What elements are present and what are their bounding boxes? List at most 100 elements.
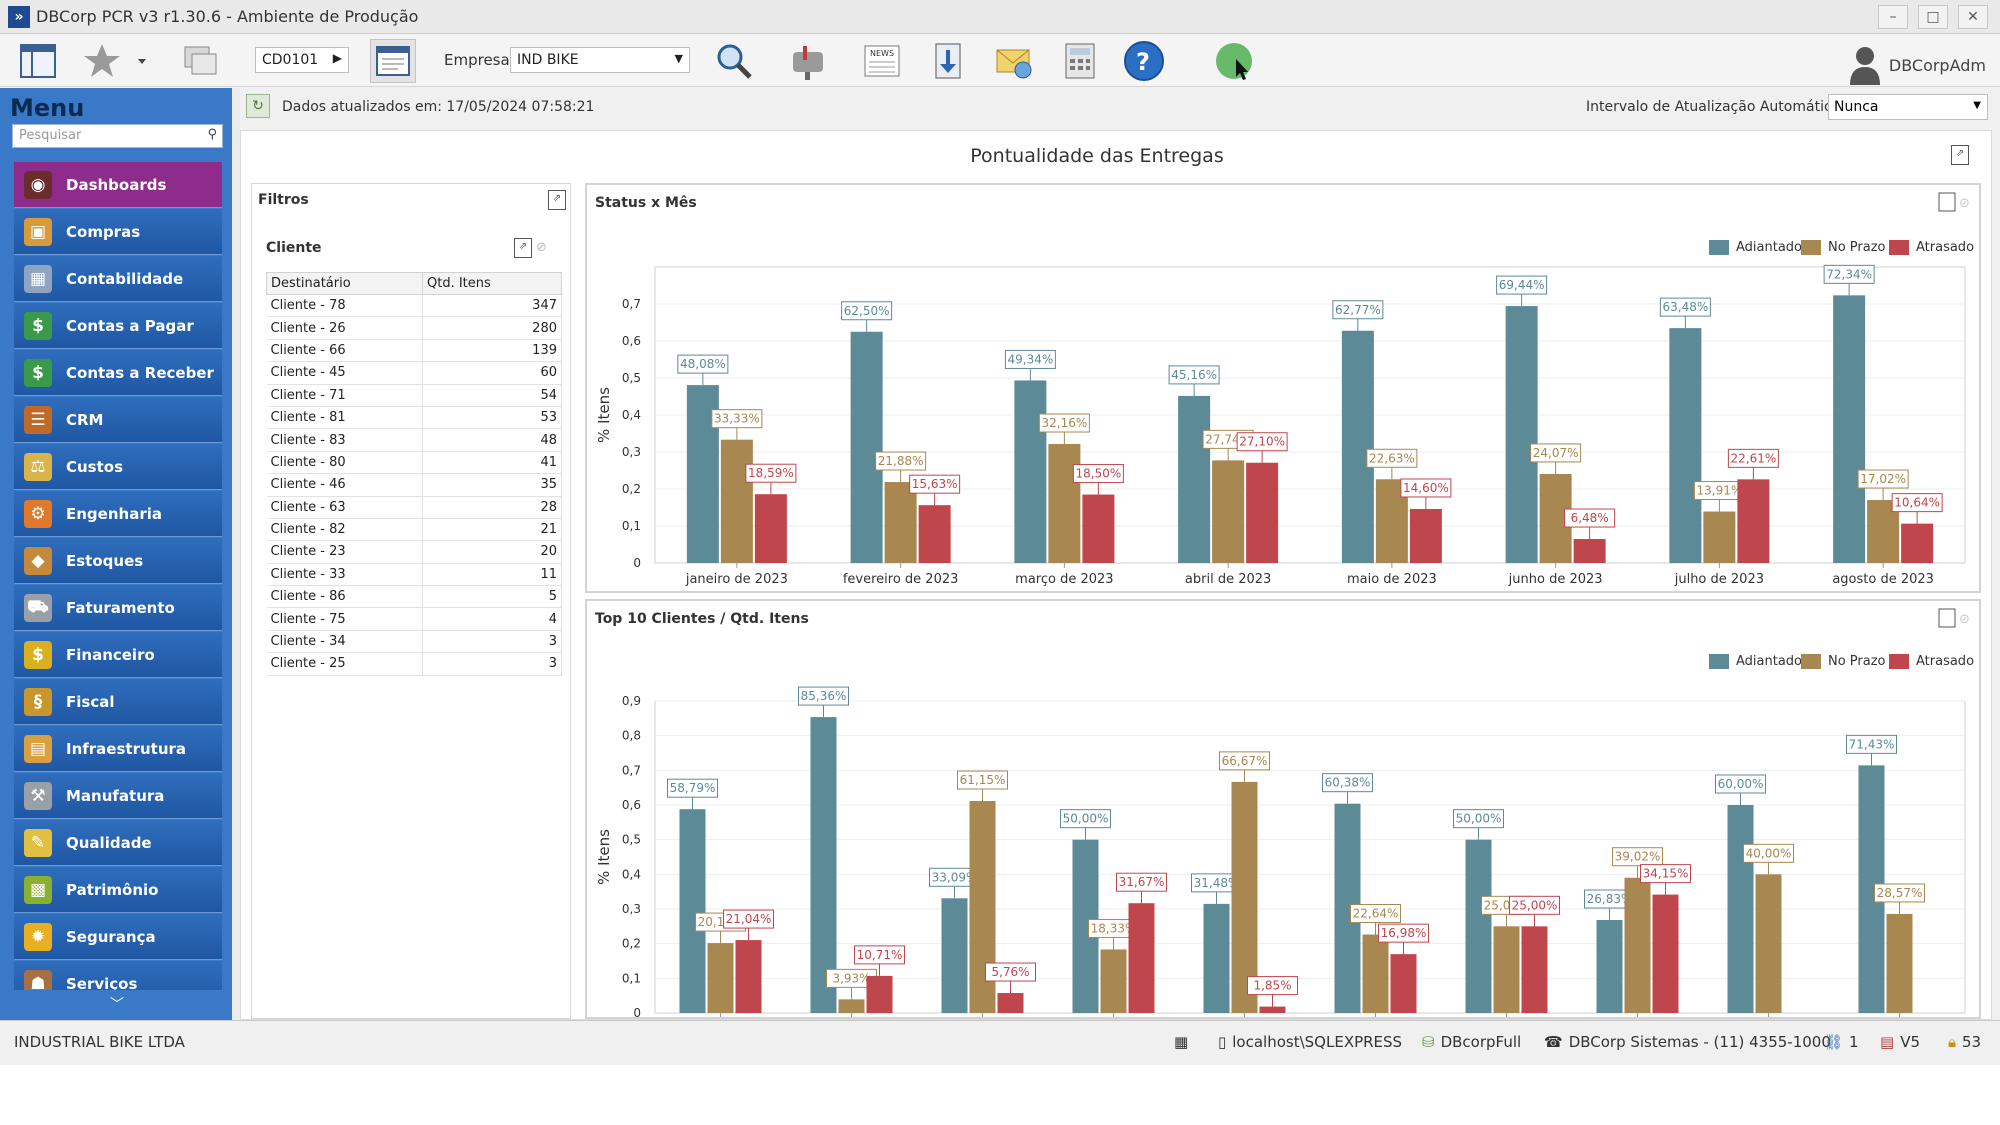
table-row[interactable]: Cliente - 26 280 <box>266 316 562 340</box>
menu-item-custos[interactable]: ⚖ Custos <box>14 444 222 490</box>
search-icon[interactable]: ⚲ <box>207 127 217 142</box>
status-calendar-icon[interactable]: ▦ <box>1174 1033 1188 1051</box>
destinatario-cell: Cliente - 45 <box>266 361 423 385</box>
data-label: 33,33% <box>714 412 760 426</box>
filters-export-icon[interactable]: ⇗ <box>548 190 566 210</box>
menu-item-financeiro[interactable]: $ Financeiro <box>14 632 222 678</box>
menu-search-input[interactable]: Pesquisar ⚲ <box>12 124 223 148</box>
chevron-down-icon: ▼ <box>674 52 683 65</box>
menu-item-label: Custos <box>66 457 124 476</box>
help-icon[interactable]: ? <box>1122 39 1166 83</box>
table-row[interactable]: Cliente - 23 20 <box>266 540 562 564</box>
mailbox-icon[interactable] <box>786 39 830 83</box>
app-logo-icon: » <box>8 6 30 28</box>
column-header[interactable]: Qtd. Itens <box>422 272 562 295</box>
bar <box>1100 949 1127 1013</box>
table-row[interactable]: Cliente - 46 35 <box>266 473 562 497</box>
table-row[interactable]: Cliente - 45 60 <box>266 361 562 385</box>
favorites-star-icon[interactable] <box>80 39 124 83</box>
legend-label: Adiantado <box>1736 240 1802 255</box>
column-header[interactable]: Destinatário <box>266 272 423 295</box>
y-tick-label: 0,4 <box>622 867 641 881</box>
table-row[interactable]: Cliente - 81 53 <box>266 406 562 430</box>
search-placeholder: Pesquisar <box>19 128 82 143</box>
mail-sync-icon[interactable] <box>992 39 1036 83</box>
bar <box>1596 919 1623 1013</box>
table-row[interactable]: Cliente - 82 21 <box>266 518 562 542</box>
page-title: Pontualidade das Entregas <box>970 145 1224 167</box>
x-tick-label: abril de 2023 <box>1185 572 1271 587</box>
table-row[interactable]: Cliente - 33 11 <box>266 563 562 587</box>
menu-item-serviços[interactable]: ☗ Serviços <box>14 961 222 990</box>
menu-item-compras[interactable]: ▣ Compras <box>14 209 222 255</box>
menu-item-qualidade[interactable]: ✎ Qualidade <box>14 820 222 866</box>
table-row[interactable]: Cliente - 78 347 <box>266 294 562 318</box>
data-label: 50,00% <box>1063 812 1109 826</box>
data-label: 60,00% <box>1718 777 1764 791</box>
program-code-field[interactable]: CD0101 ▶ <box>255 47 349 73</box>
menu-item-label: Contas a Pagar <box>66 316 194 335</box>
refresh-icon[interactable]: ↻ <box>246 94 270 118</box>
menu-item-estoques[interactable]: ◆ Estoques <box>14 538 222 584</box>
search-magnifier-icon[interactable] <box>712 39 756 83</box>
menu-item-contas-a-receber[interactable]: $ Contas a Receber <box>14 350 222 396</box>
data-label: 34,15% <box>1643 867 1689 881</box>
menu-item-engenharia[interactable]: ⚙ Engenharia <box>14 491 222 537</box>
menu-item-manufatura[interactable]: ⚒ Manufatura <box>14 773 222 819</box>
clear-filter-icon[interactable]: ⊘ <box>536 240 547 255</box>
table-row[interactable]: Cliente - 34 3 <box>266 630 562 654</box>
menu-item-patrimônio[interactable]: ▩ Patrimônio <box>14 867 222 913</box>
menu-item-label: Financeiro <box>66 645 155 664</box>
menu-item-segurança[interactable]: ✹ Segurança <box>14 914 222 960</box>
version-text: V5 <box>1900 1033 1920 1051</box>
menu-item-fiscal[interactable]: § Fiscal <box>14 679 222 725</box>
play-arrow-icon[interactable]: ▶ <box>333 51 342 65</box>
menu-item-faturamento[interactable]: ⛟ Faturamento <box>14 585 222 631</box>
menu-item-crm[interactable]: ☰ CRM <box>14 397 222 443</box>
bar <box>1128 903 1155 1013</box>
bar <box>720 439 753 563</box>
table-row[interactable]: Cliente - 86 5 <box>266 585 562 609</box>
scroll-down-icon[interactable]: ﹀ <box>110 994 124 1014</box>
bar <box>1727 805 1754 1013</box>
menu-item-label: Compras <box>66 222 141 241</box>
table-row[interactable]: Cliente - 83 48 <box>266 428 562 452</box>
calculator-icon[interactable] <box>1058 39 1102 83</box>
form-view-icon[interactable] <box>370 39 416 83</box>
cart-icon: ⛟ <box>24 593 52 622</box>
table-row[interactable]: Cliente - 25 3 <box>266 652 562 676</box>
destinatario-cell: Cliente - 25 <box>266 652 423 676</box>
download-icon[interactable] <box>926 39 970 83</box>
menu-item-contas-a-pagar[interactable]: $ Contas a Pagar <box>14 303 222 349</box>
menu-item-label: Engenharia <box>66 504 162 523</box>
table-row[interactable]: Cliente - 71 54 <box>266 384 562 407</box>
qtd-itens-cell: 41 <box>422 451 562 475</box>
table-row[interactable]: Cliente - 80 41 <box>266 451 562 475</box>
interval-select[interactable]: Nunca ▼ <box>1828 94 1988 120</box>
export-icon[interactable]: ⇗ <box>1951 145 1969 165</box>
news-icon[interactable]: NEWS <box>860 39 904 83</box>
stock-icon: ◆ <box>24 546 52 575</box>
menu-item-infraestrutura[interactable]: ▤ Infraestrutura <box>14 726 222 772</box>
close-button[interactable]: ✕ <box>1958 5 1988 29</box>
table-row[interactable]: Cliente - 66 139 <box>266 339 562 363</box>
sidebar-collapse-handle[interactable] <box>232 88 240 1020</box>
maximize-button[interactable]: □ <box>1918 5 1948 29</box>
table-row[interactable]: Cliente - 75 4 <box>266 607 562 631</box>
menu-title: Menu <box>10 94 85 122</box>
chart-title: Top 10 Clientes / Qtd. Itens <box>595 611 809 627</box>
menu-item-dashboards[interactable]: ◉ Dashboards <box>14 162 222 208</box>
empresa-select[interactable]: IND BIKE ▼ <box>510 47 690 73</box>
layout-icon[interactable] <box>16 39 60 83</box>
minimize-button[interactable]: – <box>1878 5 1908 29</box>
favorites-dropdown-icon[interactable] <box>134 39 150 83</box>
user-area[interactable]: DBCorpAdm <box>1849 45 1986 85</box>
destinatario-cell: Cliente - 23 <box>266 540 423 564</box>
cliente-export-icon[interactable]: ⇗ <box>514 238 532 258</box>
table-row[interactable]: Cliente - 63 28 <box>266 496 562 519</box>
windows-icon[interactable] <box>180 39 224 83</box>
qtd-itens-cell: 4 <box>422 607 562 631</box>
menu-item-contabilidade[interactable]: ▦ Contabilidade <box>14 256 222 302</box>
top-clientes-chart: Top 10 Clientes / Qtd. Itens ⊘ Adiantado No… <box>595 608 1974 1017</box>
data-label: 13,91% <box>1696 484 1742 498</box>
